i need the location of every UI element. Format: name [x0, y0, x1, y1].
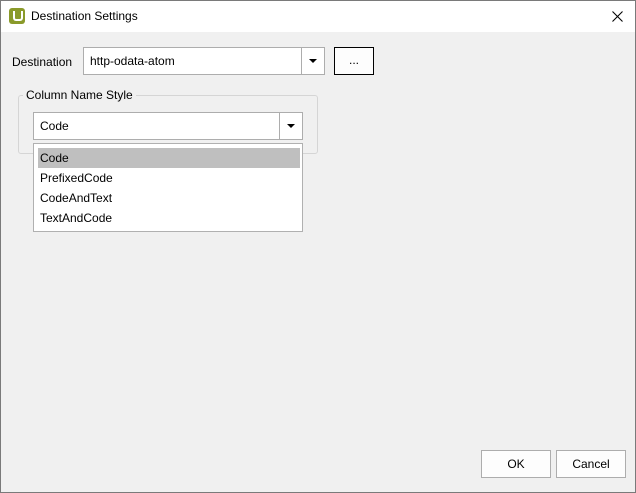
- chevron-down-icon: [287, 124, 295, 128]
- close-icon: [612, 11, 623, 22]
- column-name-style-value: Code: [40, 119, 69, 133]
- ok-button[interactable]: OK: [481, 450, 551, 478]
- destination-dropdown-button[interactable]: [301, 48, 324, 74]
- app-logo-icon: [9, 8, 25, 24]
- titlebar[interactable]: Destination Settings: [1, 1, 635, 32]
- dropdown-option-prefixedcode[interactable]: PrefixedCode: [38, 168, 300, 188]
- destination-label: Destination: [12, 55, 73, 69]
- destination-combobox[interactable]: http-odata-atom: [83, 47, 325, 75]
- dialog-window: Destination Settings Destination http-od…: [0, 0, 636, 493]
- chevron-down-icon: [309, 59, 317, 63]
- dropdown-option-codeandtext[interactable]: CodeAndText: [38, 188, 300, 208]
- browse-button[interactable]: ...: [334, 47, 374, 75]
- cancel-button[interactable]: Cancel: [556, 450, 626, 478]
- dropdown-option-code[interactable]: Code: [38, 148, 300, 168]
- dropdown-option-textandcode[interactable]: TextAndCode: [38, 208, 300, 228]
- window-title: Destination Settings: [31, 9, 138, 23]
- column-name-style-dropdown-list: Code PrefixedCode CodeAndText TextAndCod…: [33, 143, 303, 232]
- destination-value: http-odata-atom: [90, 54, 175, 68]
- column-name-style-label: Column Name Style: [23, 88, 136, 102]
- column-name-style-dropdown-button[interactable]: [279, 113, 302, 139]
- close-button[interactable]: [599, 1, 635, 32]
- column-name-style-combobox[interactable]: Code: [33, 112, 303, 140]
